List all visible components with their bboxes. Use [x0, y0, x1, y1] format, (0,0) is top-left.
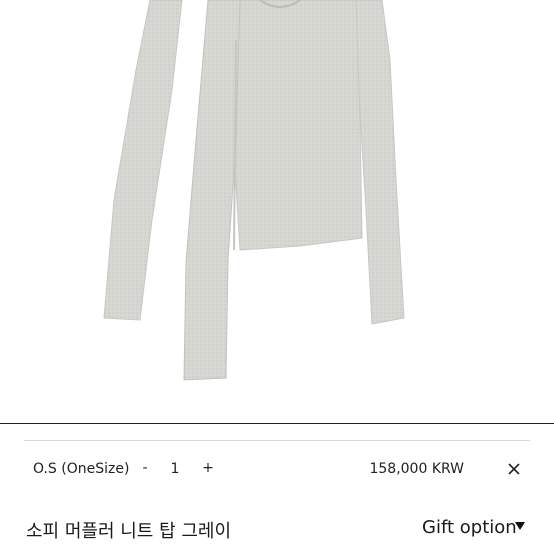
quantity-decrease-button[interactable]: - — [140, 460, 150, 476]
gift-option-button[interactable]: Gift option — [422, 517, 517, 538]
caret-down-icon[interactable] — [515, 522, 525, 530]
selected-option-row: O.S (OneSize) - 1 + 158,000 KRW — [0, 458, 554, 482]
panel-divider — [24, 440, 530, 441]
purchase-panel: O.S (OneSize) - 1 + 158,000 KRW 소피 머플러 니… — [0, 424, 554, 554]
option-price: 158,000 KRW — [369, 461, 464, 477]
close-icon[interactable] — [505, 460, 523, 478]
option-size-label: O.S (OneSize) — [33, 461, 130, 477]
quantity-value: 1 — [170, 461, 180, 477]
product-name: 소피 머플러 니트 탑 그레이 — [26, 521, 232, 542]
product-title-row: 소피 머플러 니트 탑 그레이 Gift option — [0, 514, 554, 542]
product-image — [0, 0, 554, 423]
quantity-increase-button[interactable]: + — [202, 460, 214, 476]
knit-top-illustration — [103, 0, 405, 381]
